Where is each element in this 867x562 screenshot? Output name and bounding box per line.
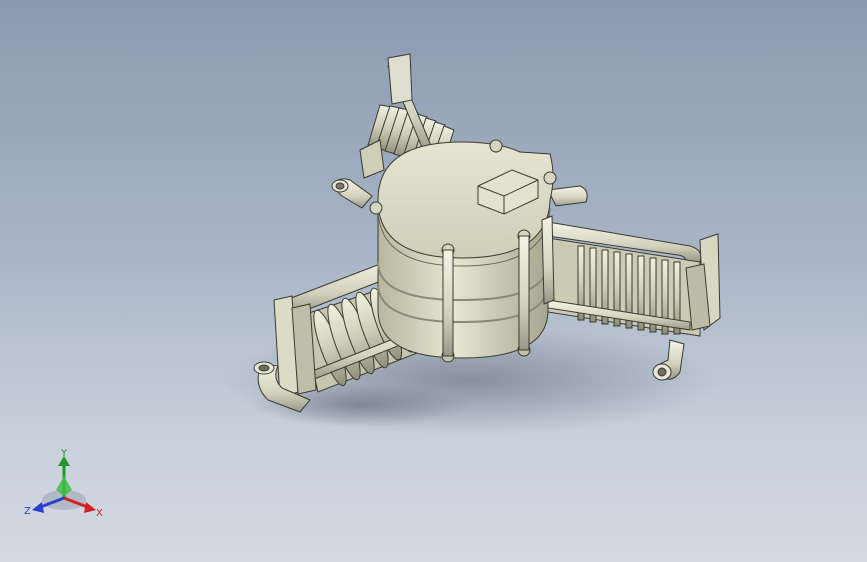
z-axis-label: Z xyxy=(24,506,31,517)
x-axis-arrow xyxy=(84,502,96,513)
orientation-triad[interactable]: Y X Z xyxy=(22,446,106,526)
side-stud xyxy=(541,215,555,305)
crankcase[interactable] xyxy=(369,139,557,363)
y-axis-label: Y xyxy=(60,448,68,459)
engine-model[interactable] xyxy=(0,0,867,562)
x-axis-label: X xyxy=(96,508,103,519)
exhaust-back-left[interactable] xyxy=(331,178,373,209)
z-axis-arrow xyxy=(32,502,44,513)
graphics-viewport[interactable]: Y X Z xyxy=(0,0,867,562)
